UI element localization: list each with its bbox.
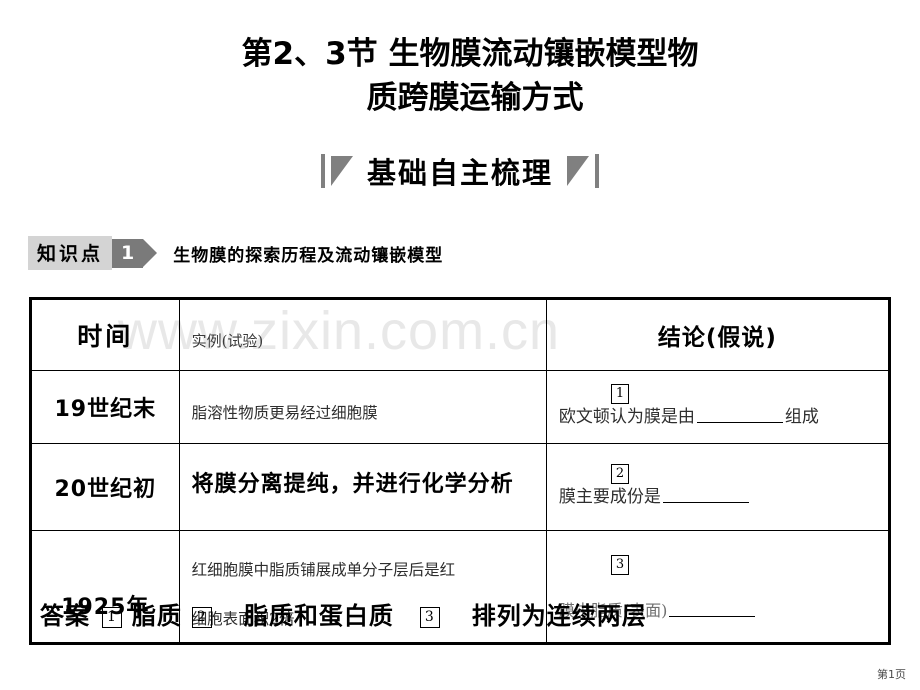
section-banner: 基础自主梳理 bbox=[0, 150, 920, 192]
exploration-history-table: 时间 实例(试验) 结论(假说) 19世纪末 脂溶性物质更易经过细胞膜 1 欧文… bbox=[29, 297, 891, 645]
slide-canvas: 第2、3节 生物膜流动镶嵌模型物 质跨膜运输方式 基础自主梳理 知识点 1 生物… bbox=[0, 0, 920, 690]
table-row: 19世纪末 脂溶性物质更易经过细胞膜 1 欧文顿认为膜是由 组成 bbox=[30, 370, 891, 444]
knowledge-point-header: 知识点 1 生物膜的探索历程及流动镶嵌模型 bbox=[28, 236, 443, 270]
page-title: 第2、3节 生物膜流动镶嵌模型物 质跨膜运输方式 bbox=[0, 32, 920, 120]
answer-marker-1: 1 bbox=[610, 383, 630, 404]
header-label-time: 时间 bbox=[77, 322, 134, 351]
section-banner-label: 基础自主梳理 bbox=[366, 156, 553, 190]
marker-row-3: 3 bbox=[559, 553, 878, 576]
answer-overlay-marker-1: 1 bbox=[102, 607, 122, 628]
answer-overlay-marker-3: 3 bbox=[419, 607, 440, 628]
cell-conclusion-1: 1 欧文顿认为膜是由 组成 bbox=[545, 370, 891, 444]
conclusion-block-1: 1 欧文顿认为膜是由 组成 bbox=[547, 374, 888, 441]
header-cell-example: 实例(试验) bbox=[178, 298, 547, 371]
knowledge-point-number: 1 bbox=[112, 238, 144, 268]
knowledge-point-title: 生物膜的探索历程及流动镶嵌模型 bbox=[173, 245, 444, 266]
banner-left-bar-icon bbox=[320, 154, 325, 188]
answer-overlay-item-3: 排列为连续两层 bbox=[471, 602, 647, 630]
answer-marker-2: 2 bbox=[610, 463, 630, 484]
marker-row-2: 2 bbox=[559, 462, 878, 484]
answer-overlay: 答案 1 脂质 2 脂质和蛋白质 3 排列为连续两层 bbox=[40, 596, 880, 631]
conclusion-suffix-1: 组成 bbox=[784, 406, 819, 427]
marker-row-1: 1 bbox=[559, 382, 878, 404]
banner-right-bar-icon bbox=[595, 154, 599, 188]
header-cell-conclusion: 结论(假说) bbox=[545, 298, 891, 371]
answer-blank-1[interactable] bbox=[696, 407, 783, 423]
answer-blank-2[interactable] bbox=[662, 487, 749, 503]
conclusion-prefix-2: 膜主要成份是 bbox=[558, 486, 661, 507]
banner-left-triangle-icon bbox=[330, 156, 353, 186]
arrow-right-icon bbox=[143, 239, 158, 267]
page-number: 第1页 bbox=[877, 668, 906, 681]
conclusion-text-1: 欧文顿认为膜是由 组成 bbox=[559, 405, 878, 431]
example-text-2: 将膜分离提纯，并进行化学分析 bbox=[191, 472, 514, 498]
knowledge-point-label: 知识点 bbox=[28, 236, 113, 270]
example-text-3-line1: 红细胞膜中脂质铺展成单分子层后是红 bbox=[191, 561, 456, 579]
era-label-2: 20世纪初 bbox=[54, 477, 157, 502]
cell-conclusion-2: 2 膜主要成份是 bbox=[545, 443, 891, 531]
table-header-row: 时间 实例(试验) 结论(假说) bbox=[30, 298, 891, 371]
conclusion-prefix-1: 欧文顿认为膜是由 bbox=[558, 406, 695, 427]
table-row: 20世纪初 将膜分离提纯，并进行化学分析 2 膜主要成份是 bbox=[30, 443, 891, 531]
conclusion-text-2: 膜主要成份是 bbox=[559, 485, 878, 511]
cell-era-1: 19世纪末 bbox=[30, 370, 180, 444]
header-label-example: 实例(试验) bbox=[191, 331, 264, 350]
answer-overlay-item-2: 脂质和蛋白质 bbox=[243, 602, 394, 630]
era-label-1: 19世纪末 bbox=[54, 397, 157, 422]
cell-era-2: 20世纪初 bbox=[30, 443, 180, 531]
header-label-conclusion: 结论(假说) bbox=[657, 325, 777, 351]
header-cell-time: 时间 bbox=[30, 298, 180, 371]
cell-example-1: 脂溶性物质更易经过细胞膜 bbox=[178, 370, 547, 444]
page-title-line2: 质跨膜运输方式 bbox=[366, 80, 584, 116]
example-text-1: 脂溶性物质更易经过细胞膜 bbox=[191, 404, 378, 423]
answer-marker-3: 3 bbox=[610, 555, 630, 576]
answer-overlay-label: 答案 bbox=[40, 602, 90, 630]
answer-overlay-marker-2: 2 bbox=[191, 607, 212, 628]
answer-overlay-item-1: 脂质 bbox=[131, 602, 182, 630]
banner-right-triangle-icon bbox=[567, 156, 589, 186]
page-title-line1: 第2、3节 生物膜流动镶嵌模型物 bbox=[241, 36, 699, 72]
cell-example-2: 将膜分离提纯，并进行化学分析 bbox=[178, 443, 547, 531]
conclusion-block-2: 2 膜主要成份是 bbox=[547, 454, 888, 521]
